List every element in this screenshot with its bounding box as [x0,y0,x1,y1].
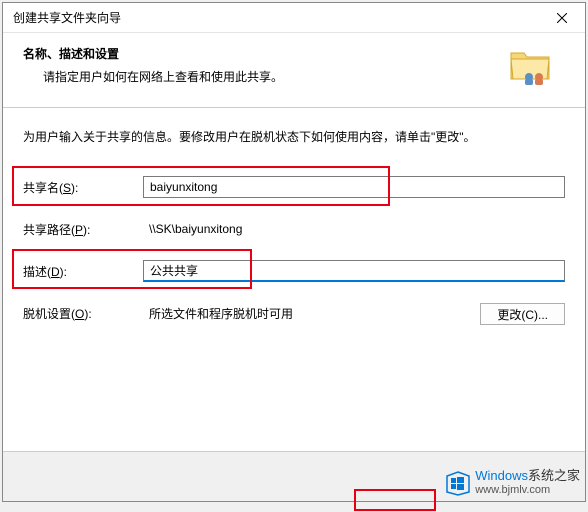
share-path-row: 共享路径(P): \\SK\baiyunxitong [23,217,565,241]
share-name-label: 共享名(S): [23,179,143,196]
share-path-label: 共享路径(P): [23,221,143,238]
description-input[interactable] [143,260,565,282]
close-icon [557,13,567,23]
header-text: 名称、描述和设置 请指定用户如何在网络上查看和使用此共享。 [23,45,509,85]
watermark-brand: Windows [475,468,528,483]
watermark: Windows系统之家 www.bjmlv.com [445,468,580,497]
windows-logo-icon [445,470,471,496]
close-button[interactable] [539,3,585,33]
offline-row: 脱机设置(O): 所选文件和程序脱机时可用 更改(C)... [23,301,565,325]
header-title: 名称、描述和设置 [23,45,509,62]
share-name-input[interactable] [143,176,565,198]
share-name-row: 共享名(S): [23,175,565,199]
watermark-suffix: 系统之家 [528,468,580,483]
description-row: 描述(D): [23,259,565,283]
header-area: 名称、描述和设置 请指定用户如何在网络上查看和使用此共享。 [3,33,585,107]
share-path-value: \\SK\baiyunxitong [143,220,565,238]
watermark-url: www.bjmlv.com [475,484,580,497]
folder-share-icon [509,45,557,87]
description-label: 描述(D): [23,263,143,280]
content-area: 为用户输入关于共享的信息。要修改用户在脱机状态下如何使用内容，请单击"更改"。 … [3,108,585,451]
watermark-text: Windows系统之家 www.bjmlv.com [475,468,580,497]
instruction-text: 为用户输入关于共享的信息。要修改用户在脱机状态下如何使用内容，请单击"更改"。 [23,128,565,145]
change-button[interactable]: 更改(C)... [480,303,565,325]
titlebar: 创建共享文件夹向导 [3,3,585,33]
window-title: 创建共享文件夹向导 [13,9,121,26]
offline-label: 脱机设置(O): [23,305,143,322]
header-subtitle: 请指定用户如何在网络上查看和使用此共享。 [23,68,509,85]
dialog-window: 创建共享文件夹向导 名称、描述和设置 请指定用户如何在网络上查看和使用此共享。 … [2,2,586,502]
offline-value: 所选文件和程序脱机时可用 [143,303,470,324]
